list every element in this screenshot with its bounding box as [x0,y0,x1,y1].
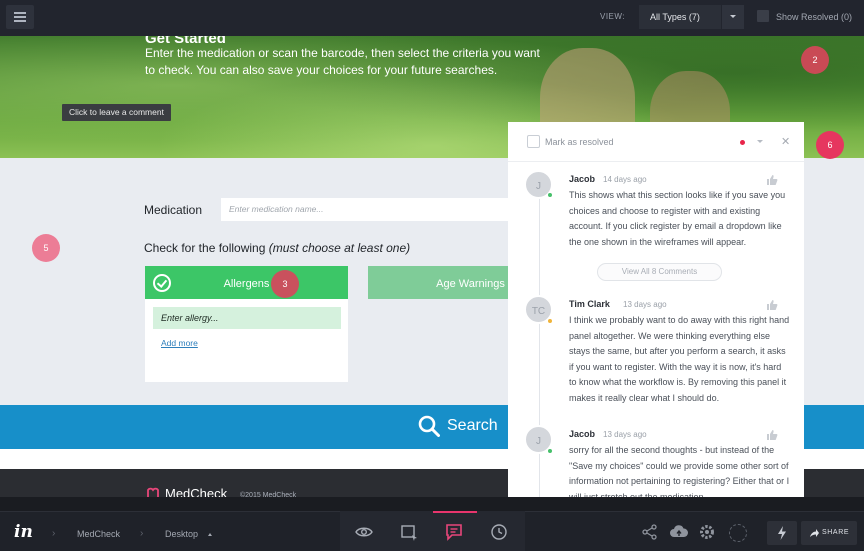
comment-pin-6[interactable]: 6 [816,131,844,159]
comment-text: I think we probably want to do away with… [569,315,790,403]
comment-time: 13 days ago [623,300,667,309]
comment-text: sorry for all the second thoughts - but … [569,445,790,497]
cloud-sync-icon[interactable] [669,522,689,542]
online-status-icon [547,448,553,454]
search-icon [418,415,440,437]
comment-type-select[interactable]: All Types (7) [639,5,721,29]
chevron-right-icon: › [52,528,56,539]
menu-icon-line-3 [14,20,26,22]
search-label[interactable]: Search [447,417,498,435]
comment-pin-5[interactable]: 5 [32,234,60,262]
check-for-text: Check for the following [144,241,266,255]
show-resolved-label[interactable]: Show Resolved (0) [776,12,852,22]
mark-resolved-checkbox[interactable] [527,135,540,148]
chevron-right-icon: › [140,528,144,539]
preview-mode-eye-icon[interactable] [354,522,374,542]
lightning-icon [778,526,786,540]
chevron-down-icon[interactable] [722,5,744,29]
app-root: VIEW: All Types (7) Show Resolved (0) Ge… [0,0,864,551]
comment-pin-2[interactable]: 2 [801,46,829,74]
menu-icon-line-2 [14,16,26,18]
like-icon[interactable] [766,429,778,441]
comment-author: Tim Clark [569,299,610,309]
check-for-hint: (must choose at least one) [268,241,411,255]
comment-author: Jacob [569,429,596,439]
comment-panel: Mark as resolved ✕ J Jacob 14 days ago T… [508,122,804,497]
medication-label: Medication [144,203,203,217]
leave-comment-tooltip: Click to leave a comment [62,104,171,121]
show-resolved-checkbox[interactable] [757,10,769,22]
comment-pin-3[interactable]: 3 [271,270,299,298]
hero-description: Enter the medication or scan the barcode… [145,46,540,77]
online-status-icon [547,192,553,198]
build-mode-icon[interactable] [399,522,419,542]
chevron-up-icon[interactable] [208,533,212,536]
comment-time: 13 days ago [603,430,647,439]
comment-author: Jacob [569,174,596,184]
away-status-icon [547,318,553,324]
add-more-link[interactable]: Add more [161,338,198,348]
active-mode-indicator [433,511,477,513]
menu-button[interactable] [6,5,34,29]
chevron-down-icon[interactable] [757,140,763,143]
invision-logo[interactable]: in [14,522,33,542]
allergens-label[interactable]: Allergens [145,278,348,290]
check-for-label: Check for the following (must choose at … [144,241,410,255]
allergy-input[interactable]: Enter allergy... [153,307,341,329]
status-color-dot[interactable] [740,140,745,145]
history-clock-icon[interactable] [489,522,509,542]
view-label: VIEW: [600,12,626,21]
loading-status-icon [729,524,747,542]
menu-icon [14,12,26,14]
breadcrumb-project[interactable]: MedCheck [77,529,120,539]
comment-time: 14 days ago [603,175,647,184]
medication-input[interactable]: Enter medication name... [221,198,511,221]
view-all-comments-button[interactable]: View All 8 Comments [597,263,722,281]
lightning-button[interactable] [767,521,797,545]
share-label[interactable]: SHARE [822,529,849,536]
like-icon[interactable] [766,299,778,311]
share-nodes-icon[interactable] [640,522,660,542]
like-icon[interactable] [766,174,778,186]
gear-icon[interactable] [697,522,717,542]
share-arrow-icon [810,529,819,537]
comment-mode-icon[interactable] [444,522,464,542]
close-icon[interactable]: ✕ [781,135,790,148]
comment-text: This shows what this section looks like … [569,190,786,247]
page-bottom-edge [0,497,864,511]
breadcrumb-screen[interactable]: Desktop [165,529,198,539]
mark-resolved-label[interactable]: Mark as resolved [545,137,614,147]
